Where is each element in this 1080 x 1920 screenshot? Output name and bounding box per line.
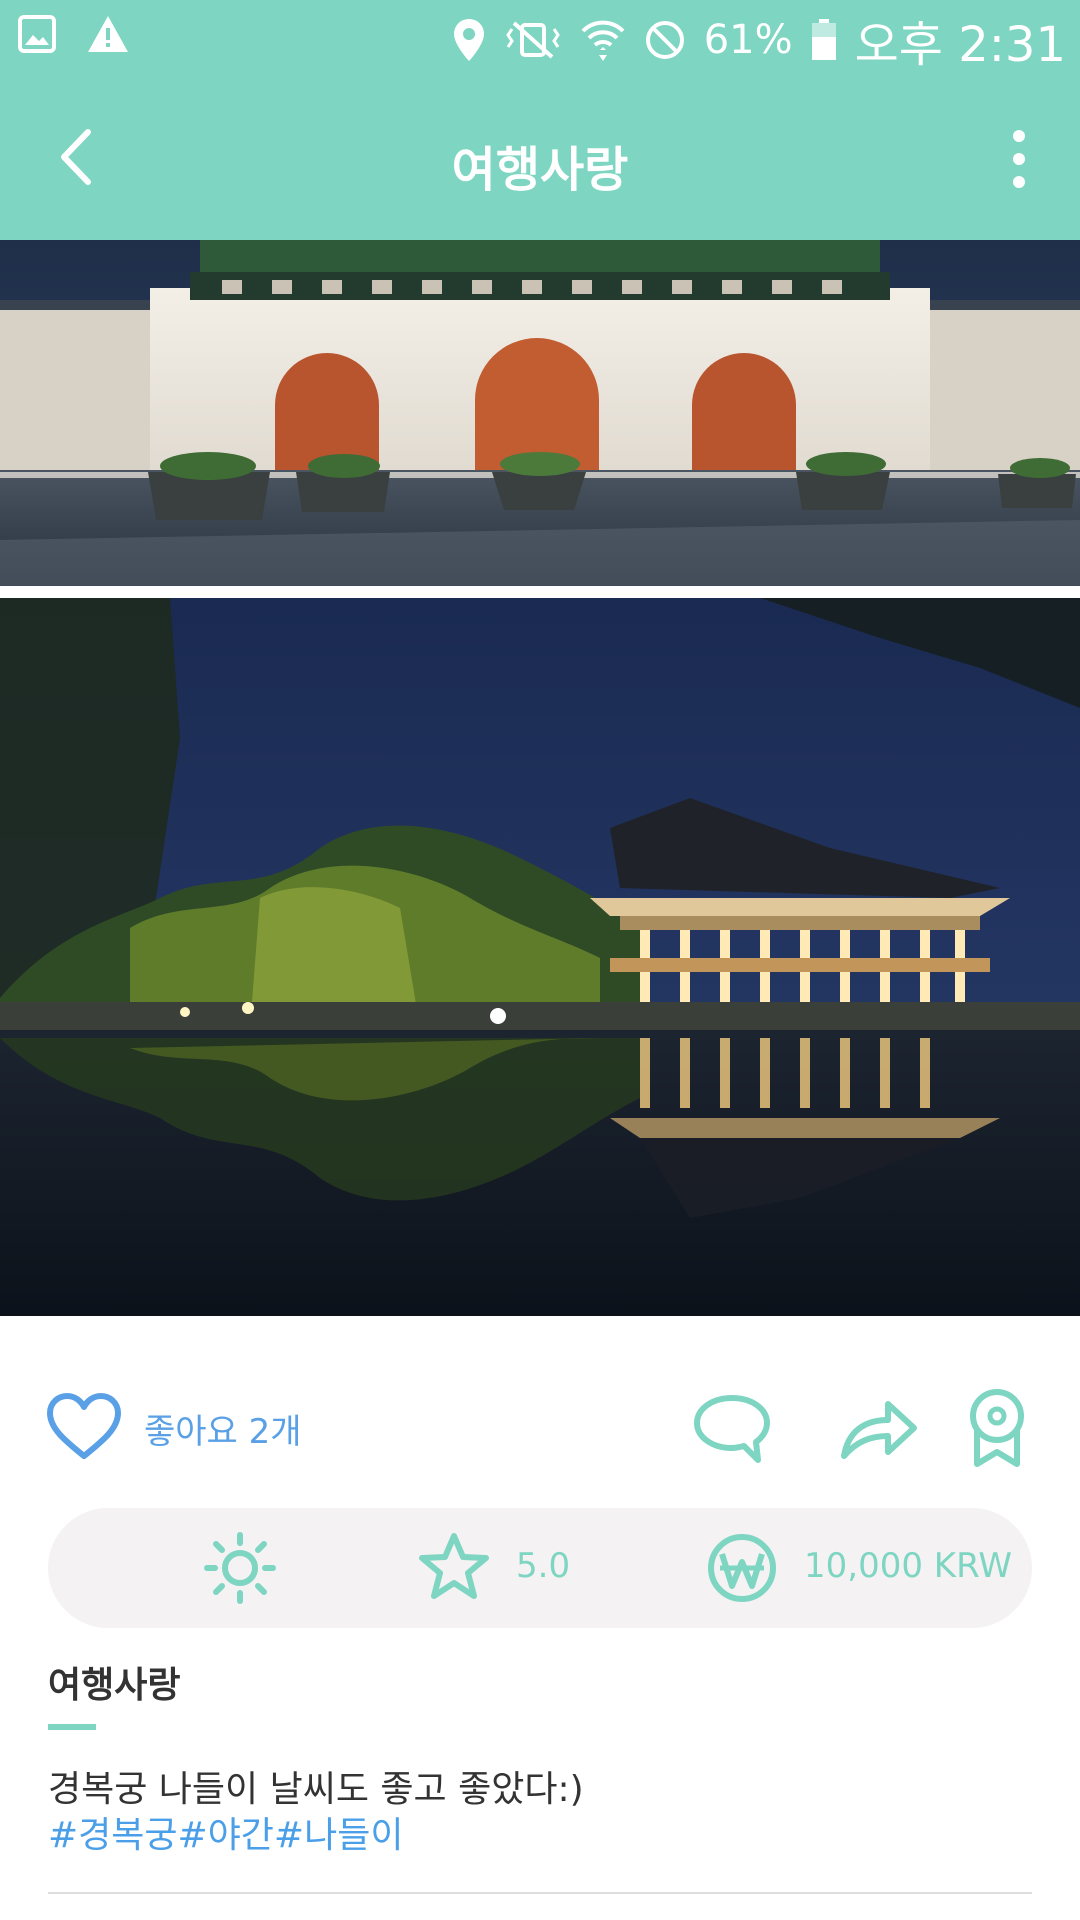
- warning-icon: [88, 16, 128, 52]
- price-value: 10,000 KRW: [804, 1546, 1012, 1586]
- author-underline: [48, 1724, 96, 1730]
- location-icon: [453, 19, 484, 61]
- image-icon: [18, 15, 56, 53]
- status-time: 오후 2:31: [854, 17, 1066, 73]
- title-bar: 여행사랑: [0, 80, 1080, 240]
- info-summary: 5.0 10,000 KRW: [48, 1508, 1032, 1628]
- won-icon: [708, 1534, 776, 1602]
- page-title: 여행사랑: [451, 142, 629, 198]
- battery-icon: [811, 19, 836, 60]
- rating-value: 5.0: [516, 1546, 571, 1586]
- post-hashtags[interactable]: #경복궁#야간#나들이: [48, 1806, 403, 1858]
- share-icon[interactable]: [838, 1394, 918, 1464]
- sun-icon: [204, 1532, 276, 1604]
- like-count[interactable]: 좋아요 2개: [144, 1404, 302, 1453]
- post-text: 경복궁 나들이 날씨도 좋고 좋았다:): [48, 1769, 584, 1810]
- more-vert-icon[interactable]: [994, 124, 1044, 194]
- post-photo-pavilion[interactable]: [0, 598, 1080, 1316]
- vibrate-off-icon: [505, 21, 560, 59]
- comment-icon[interactable]: [692, 1392, 772, 1466]
- status-bar: 61% 오후 2:31: [0, 0, 1080, 80]
- post-author[interactable]: 여행사랑: [48, 1656, 180, 1708]
- divider: [48, 1892, 1032, 1894]
- post-actions: 좋아요 2개: [0, 1380, 1080, 1470]
- post-photo-gate[interactable]: [0, 240, 1080, 586]
- app-bar: 61% 오후 2:31 여행사랑: [0, 0, 1080, 240]
- star-icon: [419, 1533, 489, 1599]
- do-not-disturb-icon: [645, 21, 684, 59]
- badge-icon[interactable]: [962, 1386, 1032, 1470]
- wifi-icon: [581, 20, 625, 61]
- heart-icon[interactable]: [46, 1392, 122, 1462]
- battery-percent: 61%: [703, 17, 793, 63]
